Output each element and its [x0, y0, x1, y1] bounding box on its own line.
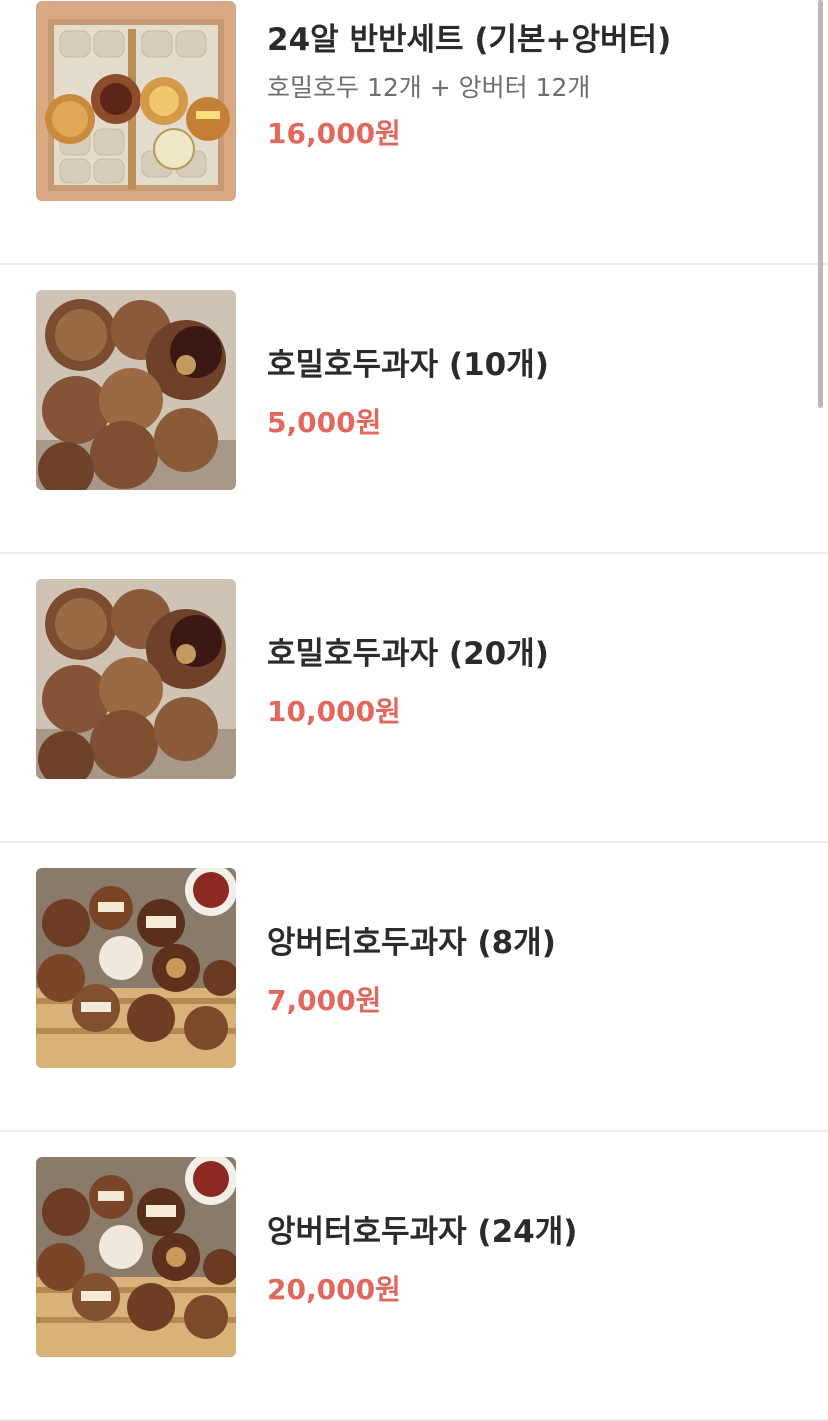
anbutter-walnut-photo-icon	[36, 1157, 236, 1357]
item-price: 10,000원	[267, 695, 401, 728]
menu-item[interactable]: 앙버터호두과자 (24개) 20,000원	[0, 1132, 828, 1421]
gift-box-photo-icon	[36, 1, 236, 201]
menu-item[interactable]: 앙버터호두과자 (8개) 7,000원	[0, 843, 828, 1132]
item-name: 호밀호두과자 (20개)	[267, 636, 549, 672]
item-name: 앙버터호두과자 (8개)	[267, 925, 556, 961]
item-price: 16,000원	[267, 117, 401, 150]
menu-list: 24알 반반세트 (기본+앙버터) 호밀호두 12개 + 앙버터 12개 16,…	[0, 0, 828, 1421]
item-price: 7,000원	[267, 984, 382, 1017]
anbutter-walnut-photo-icon	[36, 868, 236, 1068]
item-info: 앙버터호두과자 (8개) 7,000원	[267, 923, 788, 1019]
item-info: 24알 반반세트 (기본+앙버터) 호밀호두 12개 + 앙버터 12개 16,…	[267, 20, 788, 152]
item-info: 호밀호두과자 (20개) 10,000원	[267, 634, 788, 730]
menu-item[interactable]: 24알 반반세트 (기본+앙버터) 호밀호두 12개 + 앙버터 12개 16,…	[0, 0, 828, 265]
item-name: 호밀호두과자 (10개)	[267, 347, 549, 383]
item-name: 24알 반반세트 (기본+앙버터)	[267, 22, 672, 58]
walnut-cake-photo-icon	[36, 290, 236, 490]
scrollbar[interactable]	[818, 0, 823, 408]
item-description: 호밀호두 12개 + 앙버터 12개	[267, 73, 591, 102]
item-info: 앙버터호두과자 (24개) 20,000원	[267, 1212, 788, 1308]
menu-item[interactable]: 호밀호두과자 (10개) 5,000원	[0, 265, 828, 554]
walnut-cake-photo-icon	[36, 579, 236, 779]
menu-item[interactable]: 호밀호두과자 (20개) 10,000원	[0, 554, 828, 843]
item-info: 호밀호두과자 (10개) 5,000원	[267, 345, 788, 441]
item-price: 20,000원	[267, 1273, 401, 1306]
item-name: 앙버터호두과자 (24개)	[267, 1214, 578, 1250]
item-price: 5,000원	[267, 406, 382, 439]
